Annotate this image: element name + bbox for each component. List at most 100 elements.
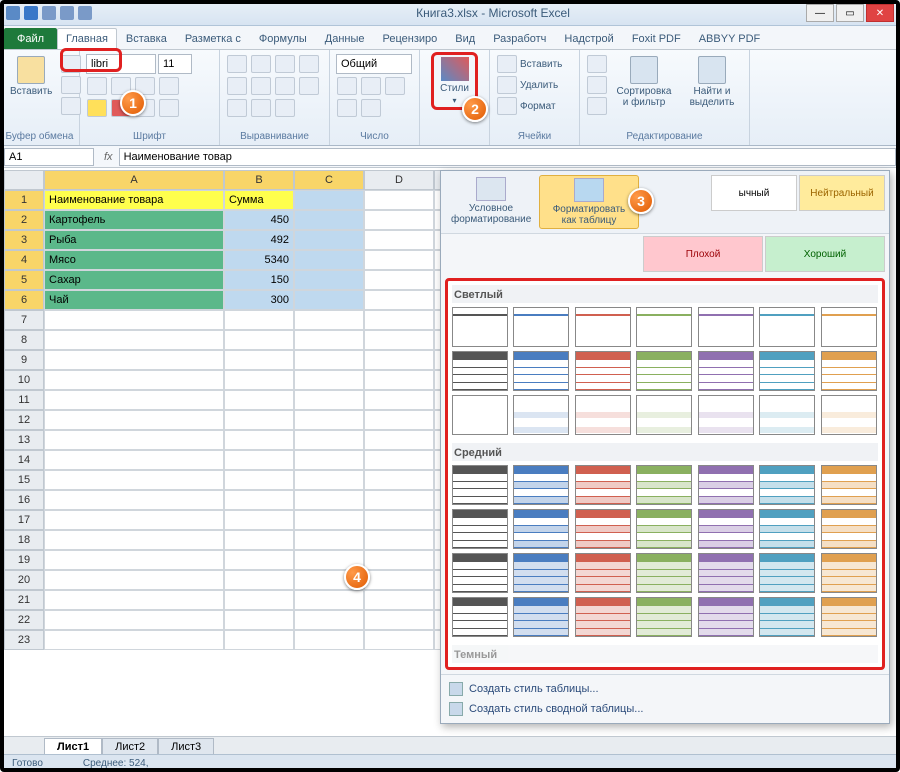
merge-icon[interactable]: [275, 99, 295, 117]
row-header[interactable]: 10: [4, 370, 44, 390]
cell[interactable]: [224, 550, 294, 570]
insert-cells-label[interactable]: Вставить: [520, 59, 562, 70]
cell[interactable]: [364, 450, 434, 470]
row-header[interactable]: 12: [4, 410, 44, 430]
tab-developer[interactable]: Разработч: [484, 28, 555, 49]
cell[interactable]: [294, 230, 364, 250]
shrink-font-icon[interactable]: [159, 99, 179, 117]
table-style-swatch[interactable]: [698, 597, 754, 637]
comma-icon[interactable]: [385, 77, 405, 95]
cell[interactable]: [44, 350, 224, 370]
cell[interactable]: [294, 270, 364, 290]
table-style-swatch[interactable]: [698, 395, 754, 435]
table-style-swatch[interactable]: [513, 307, 569, 347]
cell[interactable]: [294, 290, 364, 310]
select-all-corner[interactable]: [4, 170, 44, 190]
cell[interactable]: [44, 310, 224, 330]
fx-icon[interactable]: fx: [98, 151, 119, 163]
cell[interactable]: [294, 590, 364, 610]
cell[interactable]: [294, 310, 364, 330]
cell[interactable]: [294, 630, 364, 650]
cell[interactable]: 450: [224, 210, 294, 230]
table-style-swatch[interactable]: [452, 553, 508, 593]
cell[interactable]: [224, 610, 294, 630]
cell[interactable]: [294, 510, 364, 530]
fill-color-icon[interactable]: [87, 99, 107, 117]
cell[interactable]: [294, 490, 364, 510]
increase-decimal-icon[interactable]: [337, 99, 357, 117]
table-style-swatch[interactable]: [513, 597, 569, 637]
find-select-button[interactable]: Найти и выделить: [680, 54, 744, 110]
decrease-indent-icon[interactable]: [227, 99, 247, 117]
row-header[interactable]: 22: [4, 610, 44, 630]
cell[interactable]: [44, 430, 224, 450]
table-style-swatch[interactable]: [575, 509, 631, 549]
table-style-swatch[interactable]: [513, 351, 569, 391]
cell[interactable]: [44, 450, 224, 470]
tab-addins[interactable]: Надстрой: [555, 28, 622, 49]
row-header[interactable]: 14: [4, 450, 44, 470]
format-as-table-button[interactable]: Форматировать как таблицу: [539, 175, 639, 229]
cell[interactable]: 150: [224, 270, 294, 290]
orientation-icon[interactable]: [299, 55, 319, 73]
cell[interactable]: [364, 490, 434, 510]
cell[interactable]: [224, 330, 294, 350]
cell[interactable]: [44, 410, 224, 430]
cell[interactable]: [224, 410, 294, 430]
name-box[interactable]: A1: [4, 148, 94, 166]
cell-style-bad[interactable]: Плохой: [643, 236, 763, 272]
table-style-swatch[interactable]: [759, 307, 815, 347]
font-name-select[interactable]: [86, 54, 156, 74]
cell[interactable]: [224, 570, 294, 590]
column-header-D[interactable]: D: [364, 170, 434, 190]
cell[interactable]: [294, 410, 364, 430]
cell[interactable]: [44, 370, 224, 390]
cell[interactable]: [224, 430, 294, 450]
table-style-swatch[interactable]: [821, 509, 877, 549]
cell[interactable]: [364, 470, 434, 490]
table-style-swatch[interactable]: [698, 351, 754, 391]
row-header[interactable]: 15: [4, 470, 44, 490]
table-style-swatch[interactable]: [698, 465, 754, 505]
table-style-swatch[interactable]: [759, 395, 815, 435]
table-style-swatch[interactable]: [452, 597, 508, 637]
table-style-swatch[interactable]: [636, 597, 692, 637]
row-header[interactable]: 8: [4, 330, 44, 350]
sheet-tab-3[interactable]: Лист3: [158, 738, 214, 756]
currency-icon[interactable]: [337, 77, 357, 95]
column-header-C[interactable]: C: [294, 170, 364, 190]
column-header-A[interactable]: A: [44, 170, 224, 190]
insert-cells-icon[interactable]: [497, 55, 517, 73]
cell[interactable]: [224, 370, 294, 390]
row-header[interactable]: 20: [4, 570, 44, 590]
sheet-tab-2[interactable]: Лист2: [102, 738, 158, 756]
cell-style-good[interactable]: Хороший: [765, 236, 885, 272]
cell[interactable]: [44, 550, 224, 570]
row-header[interactable]: 3: [4, 230, 44, 250]
align-center-icon[interactable]: [251, 77, 271, 95]
tab-abbyy[interactable]: ABBYY PDF: [690, 28, 770, 49]
row-header[interactable]: 18: [4, 530, 44, 550]
table-style-swatch[interactable]: [759, 509, 815, 549]
qat-icon[interactable]: [78, 6, 92, 20]
new-pivot-table-style[interactable]: Создать стиль сводной таблицы...: [449, 699, 881, 719]
decrease-decimal-icon[interactable]: [361, 99, 381, 117]
table-style-swatch[interactable]: [513, 553, 569, 593]
table-style-swatch[interactable]: [821, 395, 877, 435]
align-left-icon[interactable]: [227, 77, 247, 95]
table-style-swatch[interactable]: [575, 597, 631, 637]
table-style-swatch[interactable]: [575, 307, 631, 347]
tab-formulas[interactable]: Формулы: [250, 28, 316, 49]
row-header[interactable]: 2: [4, 210, 44, 230]
cell[interactable]: [224, 450, 294, 470]
bold-icon[interactable]: [87, 77, 107, 95]
cell[interactable]: [44, 330, 224, 350]
table-style-swatch[interactable]: [513, 465, 569, 505]
cell[interactable]: [364, 230, 434, 250]
number-format-select[interactable]: [336, 54, 412, 74]
cell[interactable]: [44, 470, 224, 490]
table-style-swatch[interactable]: [698, 307, 754, 347]
table-style-swatch[interactable]: [513, 395, 569, 435]
cell[interactable]: [364, 630, 434, 650]
align-bottom-icon[interactable]: [275, 55, 295, 73]
